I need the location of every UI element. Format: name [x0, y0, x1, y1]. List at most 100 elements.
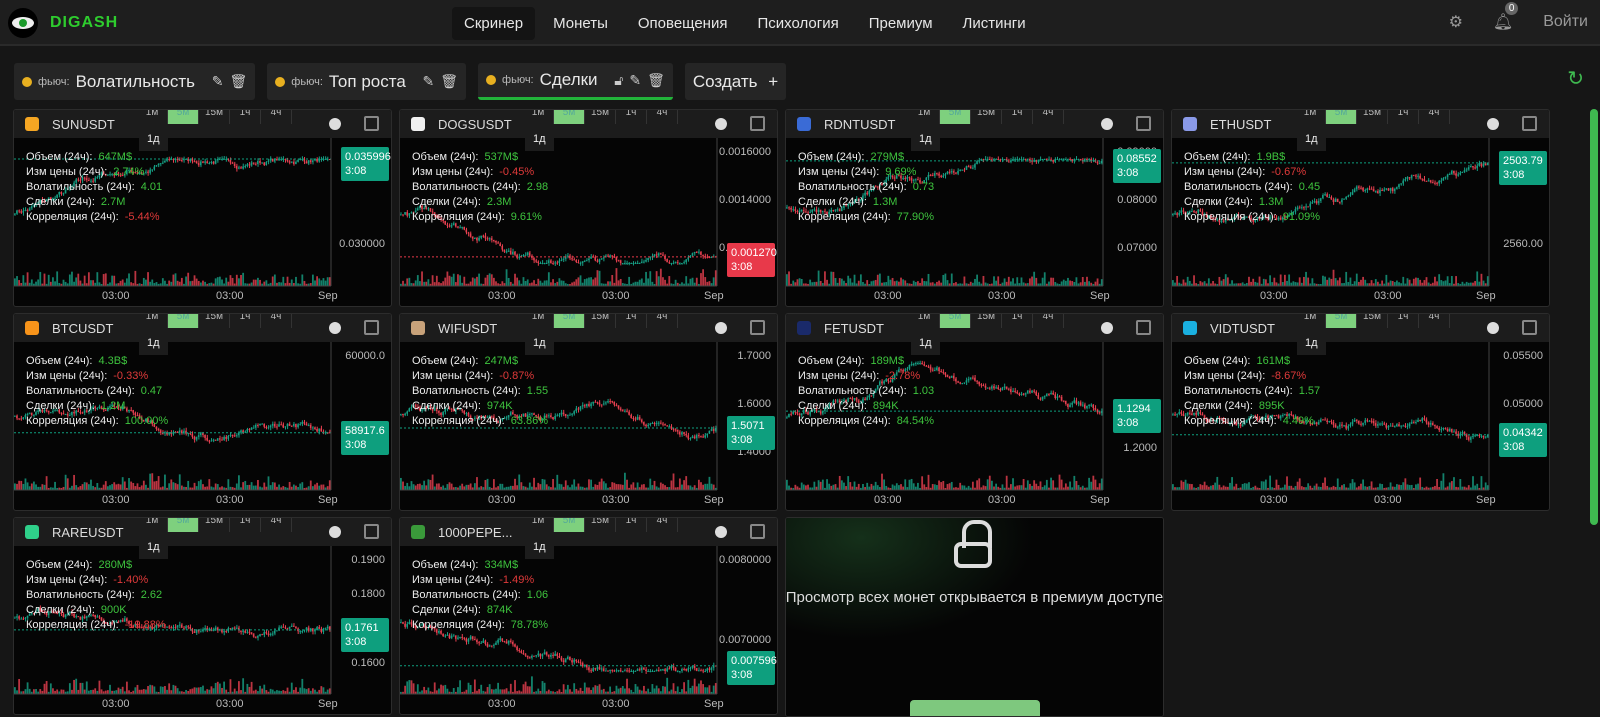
timeframe-1[interactable]: 5м: [554, 110, 585, 124]
external-link-icon[interactable]: [1522, 320, 1537, 335]
timeframe-1d[interactable]: 1д: [525, 538, 554, 559]
pencil-icon[interactable]: ✎: [212, 73, 224, 90]
timeframe-3[interactable]: 1ч: [1388, 314, 1419, 328]
symbol-label[interactable]: 1000PEPE...: [438, 525, 512, 540]
status-dot[interactable]: [715, 526, 727, 538]
timeframe-1d[interactable]: 1д: [911, 334, 940, 355]
timeframe-1[interactable]: 5м: [940, 314, 971, 328]
timeframe-2[interactable]: 15м: [585, 314, 616, 328]
timeframe-0[interactable]: 1м: [909, 110, 940, 124]
timeframe-2[interactable]: 15м: [971, 110, 1002, 124]
timeframe-1[interactable]: 5м: [168, 518, 199, 532]
symbol-label[interactable]: SUNUSDT: [52, 117, 122, 132]
tab-1[interactable]: фьюч: Топ роста ✎ 🗑︎: [267, 63, 467, 100]
trash-icon[interactable]: 🗑︎: [440, 73, 458, 90]
price-chart[interactable]: Объем (24ч): 1.9B$ Изм цены (24ч): -0.67% Во…: [1172, 138, 1549, 306]
symbol-label[interactable]: FETUSDT: [824, 321, 894, 336]
tab-2[interactable]: фьюч: Сделки 🔓︎ ✎ 🗑︎: [478, 63, 673, 100]
timeframe-1d[interactable]: 1д: [1297, 130, 1326, 151]
timeframe-1d[interactable]: 1д: [911, 130, 940, 151]
timeframe-3[interactable]: 1ч: [616, 314, 647, 328]
external-link-icon[interactable]: [364, 320, 379, 335]
login-button[interactable]: Войти: [1543, 13, 1588, 31]
timeframe-1d[interactable]: 1д: [1297, 334, 1326, 355]
timeframe-3[interactable]: 1ч: [616, 518, 647, 532]
price-chart[interactable]: Объем (24ч): 280M$ Изм цены (24ч): -1.40% Во…: [14, 546, 391, 714]
premium-button[interactable]: [909, 700, 1040, 716]
timeframe-0[interactable]: 1м: [909, 314, 940, 328]
tab-0[interactable]: фьюч: Волатильность ✎ 🗑︎: [14, 63, 256, 100]
timeframe-2[interactable]: 15м: [1357, 110, 1388, 124]
logo[interactable]: DIGASH: [8, 8, 118, 38]
timeframe-1d[interactable]: 1д: [139, 334, 168, 355]
timeframe-2[interactable]: 15м: [1357, 314, 1388, 328]
timeframe-1[interactable]: 5м: [554, 314, 585, 328]
timeframe-2[interactable]: 15м: [971, 314, 1002, 328]
timeframe-3[interactable]: 1ч: [1002, 110, 1033, 124]
scrollbar[interactable]: [1590, 109, 1598, 525]
timeframe-4[interactable]: 4ч: [1419, 110, 1450, 124]
symbol-label[interactable]: WIFUSDT: [438, 321, 508, 336]
timeframe-2[interactable]: 15м: [199, 518, 230, 532]
symbol-label[interactable]: RDNTUSDT: [824, 117, 896, 132]
external-link-icon[interactable]: [750, 524, 765, 539]
timeframe-3[interactable]: 1ч: [616, 110, 647, 124]
status-dot[interactable]: [1487, 322, 1499, 334]
nav-5[interactable]: Листинги: [951, 7, 1038, 40]
gear-icon[interactable]: ⚙: [1449, 12, 1463, 32]
trash-icon[interactable]: 🗑︎: [647, 72, 665, 89]
trash-icon[interactable]: 🗑︎: [230, 73, 248, 90]
timeframe-0[interactable]: 1м: [523, 314, 554, 328]
timeframe-0[interactable]: 1м: [137, 110, 168, 124]
price-chart[interactable]: Объем (24ч): 279M$ Изм цены (24ч): 9.69% Вол…: [786, 138, 1163, 306]
timeframe-4[interactable]: 4ч: [1033, 314, 1064, 328]
nav-3[interactable]: Психология: [745, 7, 850, 40]
price-chart[interactable]: Объем (24ч): 537M$ Изм цены (24ч): -0.45% Во…: [400, 138, 777, 306]
timeframe-3[interactable]: 1ч: [230, 518, 261, 532]
external-link-icon[interactable]: [364, 524, 379, 539]
timeframe-3[interactable]: 1ч: [230, 110, 261, 124]
timeframe-4[interactable]: 4ч: [647, 518, 678, 532]
symbol-label[interactable]: BTCUSDT: [52, 321, 122, 336]
timeframe-1[interactable]: 5м: [1326, 314, 1357, 328]
nav-4[interactable]: Премиум: [857, 7, 945, 40]
timeframe-0[interactable]: 1м: [137, 518, 168, 532]
timeframe-1d[interactable]: 1д: [139, 538, 168, 559]
timeframe-2[interactable]: 15м: [585, 110, 616, 124]
symbol-label[interactable]: VIDTUSDT: [1210, 321, 1280, 336]
price-chart[interactable]: Объем (24ч): 247M$ Изм цены (24ч): -0.87% Во…: [400, 342, 777, 510]
nav-2[interactable]: Оповещения: [626, 7, 740, 40]
timeframe-4[interactable]: 4ч: [647, 314, 678, 328]
status-dot[interactable]: [1101, 322, 1113, 334]
timeframe-4[interactable]: 4ч: [261, 314, 292, 328]
timeframe-3[interactable]: 1ч: [1388, 110, 1419, 124]
symbol-label[interactable]: ETHUSDT: [1210, 117, 1280, 132]
status-dot[interactable]: [329, 118, 341, 130]
timeframe-4[interactable]: 4ч: [261, 110, 292, 124]
timeframe-0[interactable]: 1м: [1295, 314, 1326, 328]
pencil-icon[interactable]: ✎: [423, 73, 435, 90]
nav-1[interactable]: Монеты: [541, 7, 620, 40]
timeframe-1d[interactable]: 1д: [139, 130, 168, 151]
timeframe-1d[interactable]: 1д: [525, 130, 554, 151]
timeframe-1[interactable]: 5м: [554, 518, 585, 532]
price-chart[interactable]: Объем (24ч): 4.3B$ Изм цены (24ч): -0.33% Во…: [14, 342, 391, 510]
timeframe-4[interactable]: 4ч: [261, 518, 292, 532]
external-link-icon[interactable]: [750, 116, 765, 131]
status-dot[interactable]: [1487, 118, 1499, 130]
timeframe-2[interactable]: 15м: [199, 110, 230, 124]
pencil-icon[interactable]: ✎: [629, 72, 641, 89]
timeframe-1[interactable]: 5м: [168, 314, 199, 328]
timeframe-3[interactable]: 1ч: [230, 314, 261, 328]
external-link-icon[interactable]: [364, 116, 379, 131]
symbol-label[interactable]: DOGSUSDT: [438, 117, 512, 132]
timeframe-1[interactable]: 5м: [1326, 110, 1357, 124]
unlock-icon[interactable]: 🔓︎: [614, 72, 623, 89]
price-chart[interactable]: Объем (24ч): 161M$ Изм цены (24ч): -8.67% Во…: [1172, 342, 1549, 510]
timeframe-4[interactable]: 4ч: [647, 110, 678, 124]
timeframe-0[interactable]: 1м: [523, 110, 554, 124]
timeframe-3[interactable]: 1ч: [1002, 314, 1033, 328]
nav-0[interactable]: Скринер: [452, 7, 536, 40]
status-dot[interactable]: [329, 322, 341, 334]
timeframe-0[interactable]: 1м: [1295, 110, 1326, 124]
